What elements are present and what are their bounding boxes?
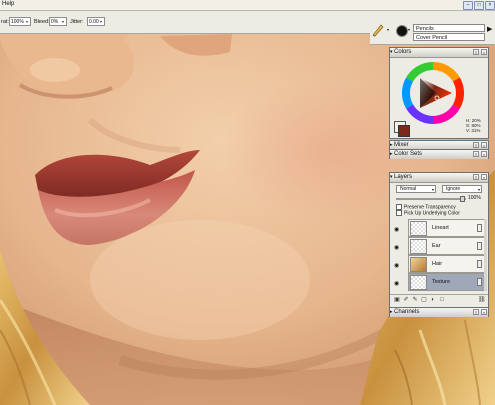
layer-lock-icon[interactable] xyxy=(477,224,482,232)
panel-menu-icon[interactable]: ≡ xyxy=(473,151,479,157)
chevron-down-icon[interactable]: ▾ xyxy=(62,18,66,25)
group-layers-icon[interactable]: ▢ xyxy=(421,297,427,303)
bleed-label: Bleed: xyxy=(34,19,50,25)
property-bar: rat: 100% ▾ Bleed: 0% ▾ Jitter: 0.00 ▾ xyxy=(0,11,370,34)
chevron-down-icon[interactable]: ▾ xyxy=(26,18,30,25)
layer-thumbnail xyxy=(410,257,427,272)
panel-close-icon[interactable]: × xyxy=(481,142,487,148)
layer-row[interactable]: Ear xyxy=(408,237,485,255)
brush-icon[interactable]: ✎ xyxy=(412,297,418,303)
panel-close-icon[interactable]: × xyxy=(481,49,487,55)
main-color-swatch[interactable] xyxy=(398,125,410,137)
expand-icon[interactable]: ▸ xyxy=(390,150,393,159)
panel-menu-icon[interactable]: ≡ xyxy=(473,309,479,315)
opacity-value: 100% xyxy=(468,195,481,201)
layer-thumbnail xyxy=(410,239,427,254)
pencil-icon[interactable] xyxy=(371,23,385,37)
channels-title: Channels xyxy=(394,309,420,315)
chevron-down-icon: ▾ xyxy=(477,187,480,192)
layer-thumbnail xyxy=(410,275,427,290)
panel-close-icon[interactable]: × xyxy=(481,174,487,180)
brush-dab-icon[interactable] xyxy=(396,25,408,37)
chevron-down-icon[interactable]: ▾ xyxy=(100,18,104,25)
layer-options-icon[interactable]: ▣ xyxy=(394,297,400,303)
brush-variant-dropdown[interactable]: ▾ xyxy=(408,27,412,33)
colors-panel: ▾ Colors ≡ × H: 20% S: 80% V: 31% xyxy=(389,47,489,139)
layers-panel-header[interactable]: ▾ Layers ≡ × xyxy=(390,173,488,183)
pick-up-color-option[interactable]: Pick Up Underlying Color xyxy=(396,210,460,216)
collapse-icon[interactable]: ▾ xyxy=(390,173,393,182)
minimize-icon[interactable]: – xyxy=(463,1,473,10)
opacity-slider-handle[interactable] xyxy=(460,196,465,202)
mixer-title: Mixer xyxy=(394,142,409,148)
color-sets-panel[interactable]: ▸ Color Sets ≡ × xyxy=(389,149,489,159)
eye-icon[interactable]: ◉ xyxy=(394,263,403,269)
restore-icon[interactable]: □ xyxy=(474,1,484,10)
panel-menu-icon[interactable]: ≡ xyxy=(473,142,479,148)
grain-label: rat: xyxy=(1,19,9,25)
hsv-readout: H: 20% S: 80% V: 31% xyxy=(466,118,481,133)
expand-icon[interactable]: ▸ xyxy=(390,308,393,317)
opacity-slider[interactable] xyxy=(396,196,466,202)
composite-method-select[interactable]: Normal ▾ xyxy=(396,185,436,193)
brush-category-dropdown[interactable]: ▾ xyxy=(387,27,391,33)
layers-panel: ▾ Layers ≡ × Normal ▾ Ignore ▾ 100% Preser… xyxy=(389,172,489,308)
jitter-field[interactable]: 0.00 ▾ xyxy=(87,17,105,26)
close-icon[interactable]: × xyxy=(485,1,495,10)
color-sets-title: Color Sets xyxy=(394,151,423,157)
grain-field[interactable]: 100% ▾ xyxy=(9,17,31,26)
layer-lock-icon[interactable] xyxy=(477,242,482,250)
brush-variant-field[interactable]: Cover Pencil xyxy=(413,33,485,41)
chevron-down-icon: ▾ xyxy=(431,187,434,192)
trash-icon[interactable]: ⛓ xyxy=(478,297,486,303)
panel-close-icon[interactable]: × xyxy=(481,309,487,315)
jitter-label: Jitter: xyxy=(70,19,84,25)
channels-panel[interactable]: ▸ Channels ≡ × xyxy=(389,307,489,317)
layer-lock-icon[interactable] xyxy=(477,278,482,286)
panel-close-icon[interactable]: × xyxy=(481,151,487,157)
collapse-icon[interactable]: ▾ xyxy=(390,48,393,57)
brush-selector-bar: ▾ ▾ Pencils Cover Pencil ▶ xyxy=(370,11,495,45)
play-arrow-icon[interactable]: ▶ xyxy=(487,25,492,33)
layer-lock-icon[interactable] xyxy=(477,260,482,268)
composite-depth-select[interactable]: Ignore ▾ xyxy=(442,185,482,193)
color-wheel[interactable] xyxy=(402,62,464,124)
panel-menu-icon[interactable]: ≡ xyxy=(473,49,479,55)
eye-icon[interactable]: ◉ xyxy=(394,245,403,251)
layers-panel-title: Layers xyxy=(394,174,413,180)
panel-menu-icon[interactable]: ≡ xyxy=(473,174,479,180)
brush-category-field[interactable]: Pencils xyxy=(413,24,485,32)
dropper-icon[interactable]: ✐ xyxy=(403,297,409,303)
eye-icon[interactable]: ◉ xyxy=(394,227,403,233)
layer-row[interactable]: Lineart xyxy=(408,219,485,237)
pick-up-color-checkbox[interactable] xyxy=(396,210,402,216)
layer-row[interactable]: Texture xyxy=(408,273,485,291)
colors-panel-header[interactable]: ▾ Colors ≡ × xyxy=(390,48,488,58)
bleed-field[interactable]: 0% ▾ xyxy=(49,17,67,26)
mask-icon[interactable]: ◐ xyxy=(430,297,436,303)
colors-panel-title: Colors xyxy=(394,49,412,55)
eye-icon[interactable]: ◉ xyxy=(394,281,403,287)
layer-thumbnail xyxy=(410,221,427,236)
layers-toolbar: ▣ ✐ ✎ ▢ ◐ □ ⛓ xyxy=(390,294,488,305)
menu-bar: Help – □ × xyxy=(0,0,495,11)
menu-help[interactable]: Help xyxy=(2,1,14,7)
layer-row[interactable]: Hair xyxy=(408,255,485,273)
layers-scrollbar[interactable] xyxy=(484,219,487,291)
new-layer-icon[interactable]: □ xyxy=(439,297,445,303)
